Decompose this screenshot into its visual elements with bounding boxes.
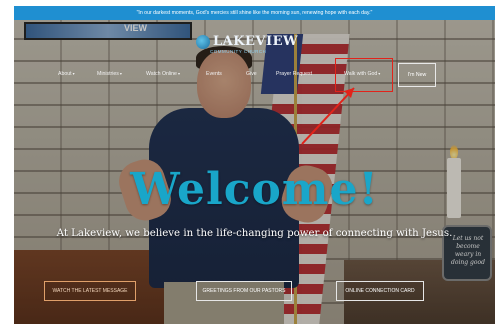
nav-ministries[interactable]: Ministries▾ <box>97 67 122 81</box>
globe-swirl-icon <box>196 34 210 49</box>
welcome-heading: Welcome! <box>130 164 379 215</box>
greetings-from-pastors-button[interactable]: GREETINGS FROM OUR PASTORS <box>196 281 292 301</box>
site-logo[interactable]: LAKEVIEW <box>196 34 298 49</box>
online-connection-card-button[interactable]: ONLINE CONNECTION CARD <box>336 281 424 301</box>
chevron-down-icon: ▾ <box>119 71 122 76</box>
website-frame: "In our darkest moments, God's mercies s… <box>14 6 495 324</box>
nav-prayer-request[interactable]: Prayer Request <box>276 67 312 81</box>
watch-latest-message-button[interactable]: WATCH THE LATEST MESSAGE <box>44 281 136 301</box>
red-arrow-icon <box>301 87 355 145</box>
im-new-button[interactable]: I'm New <box>398 63 436 87</box>
nav-about[interactable]: About▾ <box>58 67 75 81</box>
logo-name: LAKEVIEW <box>213 34 299 49</box>
nav-give[interactable]: Give <box>246 67 257 81</box>
nav-events[interactable]: Events <box>206 67 222 81</box>
hero-tagline: At Lakeview, we believe in the life-chan… <box>56 228 453 239</box>
chevron-down-icon: ▾ <box>177 71 180 76</box>
nav-watch-online[interactable]: Watch Online▾ <box>146 67 180 81</box>
announcement-bar: "In our darkest moments, God's mercies s… <box>14 6 495 20</box>
logo-subtitle: COMMUNITY CHURCH <box>210 49 267 54</box>
chevron-down-icon: ▾ <box>72 71 75 76</box>
